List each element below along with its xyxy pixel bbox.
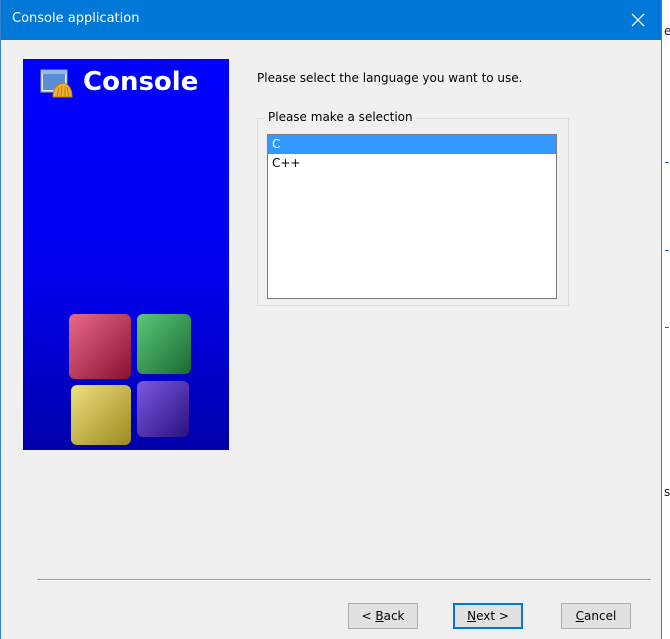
background-text-fragment: e <box>664 24 670 38</box>
background-text-fragment: s <box>664 485 670 499</box>
banner-title: Console <box>83 67 199 97</box>
cancel-button[interactable]: Cancel <box>561 603 631 629</box>
background-link-fragment <box>665 150 669 164</box>
console-app-icon <box>40 69 73 98</box>
next-button[interactable]: Next > <box>453 603 523 629</box>
background-link-fragment <box>665 238 669 252</box>
next-button-rest: ext > <box>476 609 509 623</box>
colored-cubes-graphic <box>69 314 191 445</box>
next-button-mnemonic: N <box>467 609 477 623</box>
language-listbox[interactable]: C C++ <box>267 134 557 299</box>
background-link-fragment <box>665 315 669 329</box>
list-item-c[interactable]: C <box>268 135 556 154</box>
button-separator <box>37 579 651 581</box>
wizard-banner: Console <box>23 59 229 450</box>
cancel-button-mnemonic: C <box>575 609 585 623</box>
window-title: Console application <box>12 11 140 26</box>
back-button-rest: ack <box>383 609 405 623</box>
back-button-prefix: < <box>361 609 376 623</box>
back-button[interactable]: < Back <box>348 603 418 629</box>
groupbox-label: Please make a selection <box>265 110 416 124</box>
close-icon <box>631 13 645 27</box>
close-button[interactable] <box>615 0 661 40</box>
wizard-dialog: Console application Console Please selec… <box>0 0 662 639</box>
list-item-cpp[interactable]: C++ <box>268 154 556 173</box>
back-button-mnemonic: B <box>375 609 384 623</box>
instruction-text: Please select the language you want to u… <box>257 71 523 85</box>
cancel-button-rest: ancel <box>584 609 617 623</box>
title-bar[interactable]: Console application <box>1 0 661 40</box>
